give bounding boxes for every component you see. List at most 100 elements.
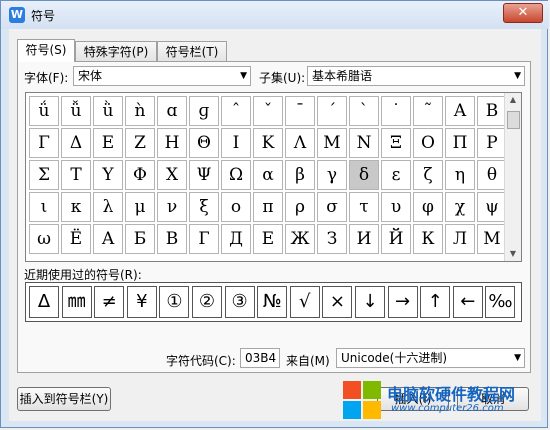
symbol-cell[interactable]: Ω: [221, 160, 251, 190]
symbol-cell[interactable]: ˋ: [349, 96, 379, 126]
symbol-cell[interactable]: θ: [477, 160, 507, 190]
recent-symbol-cell[interactable]: ≠: [94, 286, 125, 318]
symbol-cell[interactable]: И: [349, 224, 379, 254]
symbol-cell[interactable]: Α: [445, 96, 475, 126]
symbol-cell[interactable]: Μ: [317, 128, 347, 158]
recent-symbol-cell[interactable]: →: [387, 286, 418, 318]
recent-symbol-cell[interactable]: ③: [224, 286, 255, 318]
symbol-cell[interactable]: Л: [445, 224, 475, 254]
symbol-cell[interactable]: Й: [381, 224, 411, 254]
symbol-cell[interactable]: Υ: [93, 160, 123, 190]
recent-symbol-cell[interactable]: ②: [192, 286, 222, 318]
symbol-cell[interactable]: Е: [253, 224, 283, 254]
scroll-up-icon[interactable]: ▲: [505, 93, 521, 107]
recent-symbol-cell[interactable]: ¥: [126, 286, 157, 318]
symbol-cell[interactable]: ǘ: [29, 96, 59, 126]
symbol-cell[interactable]: Б: [125, 224, 155, 254]
symbol-cell[interactable]: μ: [125, 192, 155, 222]
tab-symbol-bar[interactable]: 符号栏(T): [157, 41, 227, 61]
symbol-cell[interactable]: А: [93, 224, 123, 254]
symbol-cell[interactable]: ζ: [413, 160, 443, 190]
tab-symbols[interactable]: 符号(S): [17, 39, 75, 62]
scroll-down-icon[interactable]: ▼: [505, 247, 521, 261]
symbol-cell[interactable]: Β: [477, 96, 507, 126]
symbol-cell[interactable]: Ψ: [189, 160, 219, 190]
symbol-cell[interactable]: λ: [93, 192, 123, 222]
symbol-cell[interactable]: υ: [381, 192, 411, 222]
symbol-grid-scrollbar[interactable]: ▲ ▼: [504, 93, 521, 261]
symbol-cell[interactable]: Ζ: [125, 128, 155, 158]
symbol-cell[interactable]: ψ: [477, 192, 507, 222]
symbol-cell[interactable]: δ: [349, 160, 379, 190]
symbol-cell[interactable]: Θ: [189, 128, 219, 158]
symbol-cell[interactable]: ξ: [189, 192, 219, 222]
symbol-cell[interactable]: π: [253, 192, 283, 222]
symbol-cell[interactable]: ν: [157, 192, 187, 222]
recent-symbol-cell[interactable]: ‰: [485, 286, 516, 318]
recent-symbol-cell[interactable]: ←: [452, 286, 483, 318]
symbol-cell[interactable]: В: [157, 224, 187, 254]
symbol-cell[interactable]: Φ: [125, 160, 155, 190]
subset-select[interactable]: 基本希腊语 ▼: [307, 66, 525, 86]
symbol-cell[interactable]: Ε: [93, 128, 123, 158]
symbol-cell[interactable]: М: [477, 224, 507, 254]
recent-symbol-cell[interactable]: №: [257, 286, 288, 318]
symbol-cell[interactable]: Ο: [413, 128, 443, 158]
font-select[interactable]: 宋体 ▼: [73, 66, 251, 86]
symbol-cell[interactable]: χ: [445, 192, 475, 222]
recent-symbol-cell[interactable]: Δ: [29, 286, 59, 318]
symbol-cell[interactable]: Π: [445, 128, 475, 158]
symbol-cell[interactable]: ˇ: [253, 96, 283, 126]
recent-symbol-cell[interactable]: ↓: [355, 286, 385, 318]
symbol-cell[interactable]: ɑ: [157, 96, 187, 126]
symbol-cell[interactable]: ˊ: [317, 96, 347, 126]
recent-symbol-cell[interactable]: ×: [322, 286, 353, 318]
symbol-cell[interactable]: ˉ: [285, 96, 315, 126]
symbol-cell[interactable]: Χ: [157, 160, 187, 190]
symbol-cell[interactable]: σ: [317, 192, 347, 222]
symbol-cell[interactable]: Ж: [285, 224, 315, 254]
symbol-cell[interactable]: ω: [29, 224, 59, 254]
symbol-cell[interactable]: Д: [221, 224, 251, 254]
symbol-cell[interactable]: ˙: [381, 96, 411, 126]
recent-symbol-cell[interactable]: ①: [159, 286, 190, 318]
symbol-cell[interactable]: Γ: [29, 128, 59, 158]
symbol-cell[interactable]: κ: [61, 192, 91, 222]
symbol-cell[interactable]: ǜ: [93, 96, 123, 126]
insert-to-symbol-bar-button[interactable]: 插入到符号栏(Y): [17, 387, 111, 411]
symbol-cell[interactable]: τ: [349, 192, 379, 222]
symbol-cell[interactable]: γ: [317, 160, 347, 190]
symbol-cell[interactable]: ˆ: [221, 96, 251, 126]
symbol-cell[interactable]: З: [317, 224, 347, 254]
symbol-cell[interactable]: ι: [29, 192, 59, 222]
scroll-thumb[interactable]: [507, 111, 520, 129]
symbol-cell[interactable]: β: [285, 160, 315, 190]
symbol-cell[interactable]: Κ: [253, 128, 283, 158]
symbol-cell[interactable]: Ρ: [477, 128, 507, 158]
symbol-cell[interactable]: φ: [413, 192, 443, 222]
symbol-cell[interactable]: Λ: [285, 128, 315, 158]
close-button[interactable]: ✕: [503, 3, 543, 23]
symbol-cell[interactable]: Τ: [61, 160, 91, 190]
symbol-cell[interactable]: ο: [221, 192, 251, 222]
symbol-cell[interactable]: Η: [157, 128, 187, 158]
symbol-cell[interactable]: К: [413, 224, 443, 254]
symbol-cell[interactable]: Ё: [61, 224, 91, 254]
recent-symbol-cell[interactable]: ↑: [420, 286, 451, 318]
symbol-cell[interactable]: Ι: [221, 128, 251, 158]
symbol-cell[interactable]: Ξ: [381, 128, 411, 158]
symbol-cell[interactable]: η: [445, 160, 475, 190]
from-select[interactable]: Unicode(十六进制) ▼: [336, 348, 525, 368]
symbol-cell[interactable]: ǹ: [125, 96, 155, 126]
symbol-cell[interactable]: α: [253, 160, 283, 190]
symbol-cell[interactable]: Ν: [349, 128, 379, 158]
recent-symbol-cell[interactable]: √: [289, 286, 320, 318]
symbol-cell[interactable]: ǚ: [61, 96, 91, 126]
symbol-cell[interactable]: ɡ: [189, 96, 219, 126]
symbol-cell[interactable]: Σ: [29, 160, 59, 190]
symbol-cell[interactable]: ˜: [413, 96, 443, 126]
symbol-cell[interactable]: ε: [381, 160, 411, 190]
symbol-cell[interactable]: Δ: [61, 128, 91, 158]
symbol-cell[interactable]: ρ: [285, 192, 315, 222]
char-code-field[interactable]: 03B4: [240, 348, 280, 368]
